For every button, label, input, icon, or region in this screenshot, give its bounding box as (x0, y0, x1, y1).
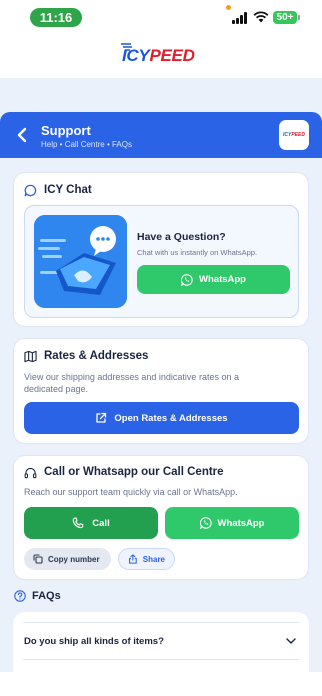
header-brand-logo: ICYPEED (279, 120, 309, 150)
question-title: Have a Question? (137, 231, 226, 243)
logo-icy-text: ICY (122, 46, 150, 65)
headset-icon (24, 467, 37, 479)
chat-whatsapp-button[interactable]: WhatsApp (137, 265, 290, 294)
support-header: Support Help • Call Centre • FAQs ICYPEE… (0, 112, 322, 158)
brand-header: ICYPEED (0, 34, 322, 78)
logo-peed-text: PEED (149, 46, 195, 65)
back-arrow-icon[interactable] (13, 124, 33, 146)
share-button[interactable]: Share (118, 548, 175, 570)
battery-tip (298, 15, 300, 20)
question-subtitle: Chat with us instantly on WhatsApp. (137, 248, 258, 257)
chat-bubble-icon (24, 184, 37, 197)
rates-description: View our shipping addresses and indicati… (24, 372, 239, 394)
call-label: Call (92, 517, 110, 529)
privacy-indicator-dot (226, 5, 231, 10)
faq-divider (23, 622, 299, 623)
chat-whatsapp-label: WhatsApp (199, 274, 246, 285)
call-whatsapp-label: WhatsApp (217, 517, 265, 529)
external-link-icon (96, 412, 107, 423)
faq-divider (23, 659, 299, 660)
copy-number-label: Copy number (48, 554, 100, 564)
mini-logo-peed: PEED (291, 132, 305, 138)
call-centre-card: Call or Whatsapp our Call Centre Reach o… (13, 455, 309, 580)
icy-chat-card: ICY Chat Have a Question? Chat with us i… (13, 172, 309, 327)
open-rates-label: Open Rates & Addresses (114, 412, 228, 424)
chat-panel: Have a Question? Chat with us instantly … (24, 205, 299, 318)
phone-icon (72, 517, 84, 529)
status-bar: 11:16 50+ (0, 0, 322, 34)
whatsapp-icon (199, 517, 212, 529)
share-icon (129, 554, 137, 564)
faqs-heading: FAQs (14, 590, 61, 602)
call-centre-title: Call or Whatsapp our Call Centre (44, 466, 224, 478)
page-title: Support (41, 123, 91, 138)
copy-number-button[interactable]: Copy number (24, 548, 111, 570)
bottom-area (0, 672, 322, 696)
chevron-down-icon[interactable] (285, 636, 297, 646)
map-icon (24, 350, 37, 363)
chat-illustration (34, 215, 127, 308)
chat-illustration-art (34, 215, 127, 308)
status-time: 11:16 (30, 8, 82, 27)
share-label: Share (142, 554, 165, 564)
copy-icon (33, 554, 43, 564)
whatsapp-icon (181, 273, 193, 286)
wifi-icon (253, 11, 269, 23)
call-button[interactable]: Call (24, 507, 158, 539)
call-whatsapp-button[interactable]: WhatsApp (165, 507, 299, 539)
battery-indicator: 50+ (273, 11, 297, 24)
open-rates-button[interactable]: Open Rates & Addresses (24, 402, 299, 434)
question-circle-icon (14, 590, 26, 602)
rates-title: Rates & Addresses (44, 350, 149, 362)
page-subtitle: Help • Call Centre • FAQs (41, 140, 132, 149)
call-centre-description: Reach our support team quickly via call … (24, 487, 238, 497)
brand-logo: ICYPEED (122, 46, 195, 66)
faqs-title: FAQs (32, 590, 61, 602)
cellular-signal-icon (232, 12, 248, 24)
faq-question[interactable]: Do you ship all kinds of items? (24, 636, 164, 647)
rates-card: Rates & Addresses View our shipping addr… (13, 338, 309, 444)
faq-list: Do you ship all kinds of items? (13, 612, 309, 672)
icy-chat-title: ICY Chat (44, 184, 92, 196)
